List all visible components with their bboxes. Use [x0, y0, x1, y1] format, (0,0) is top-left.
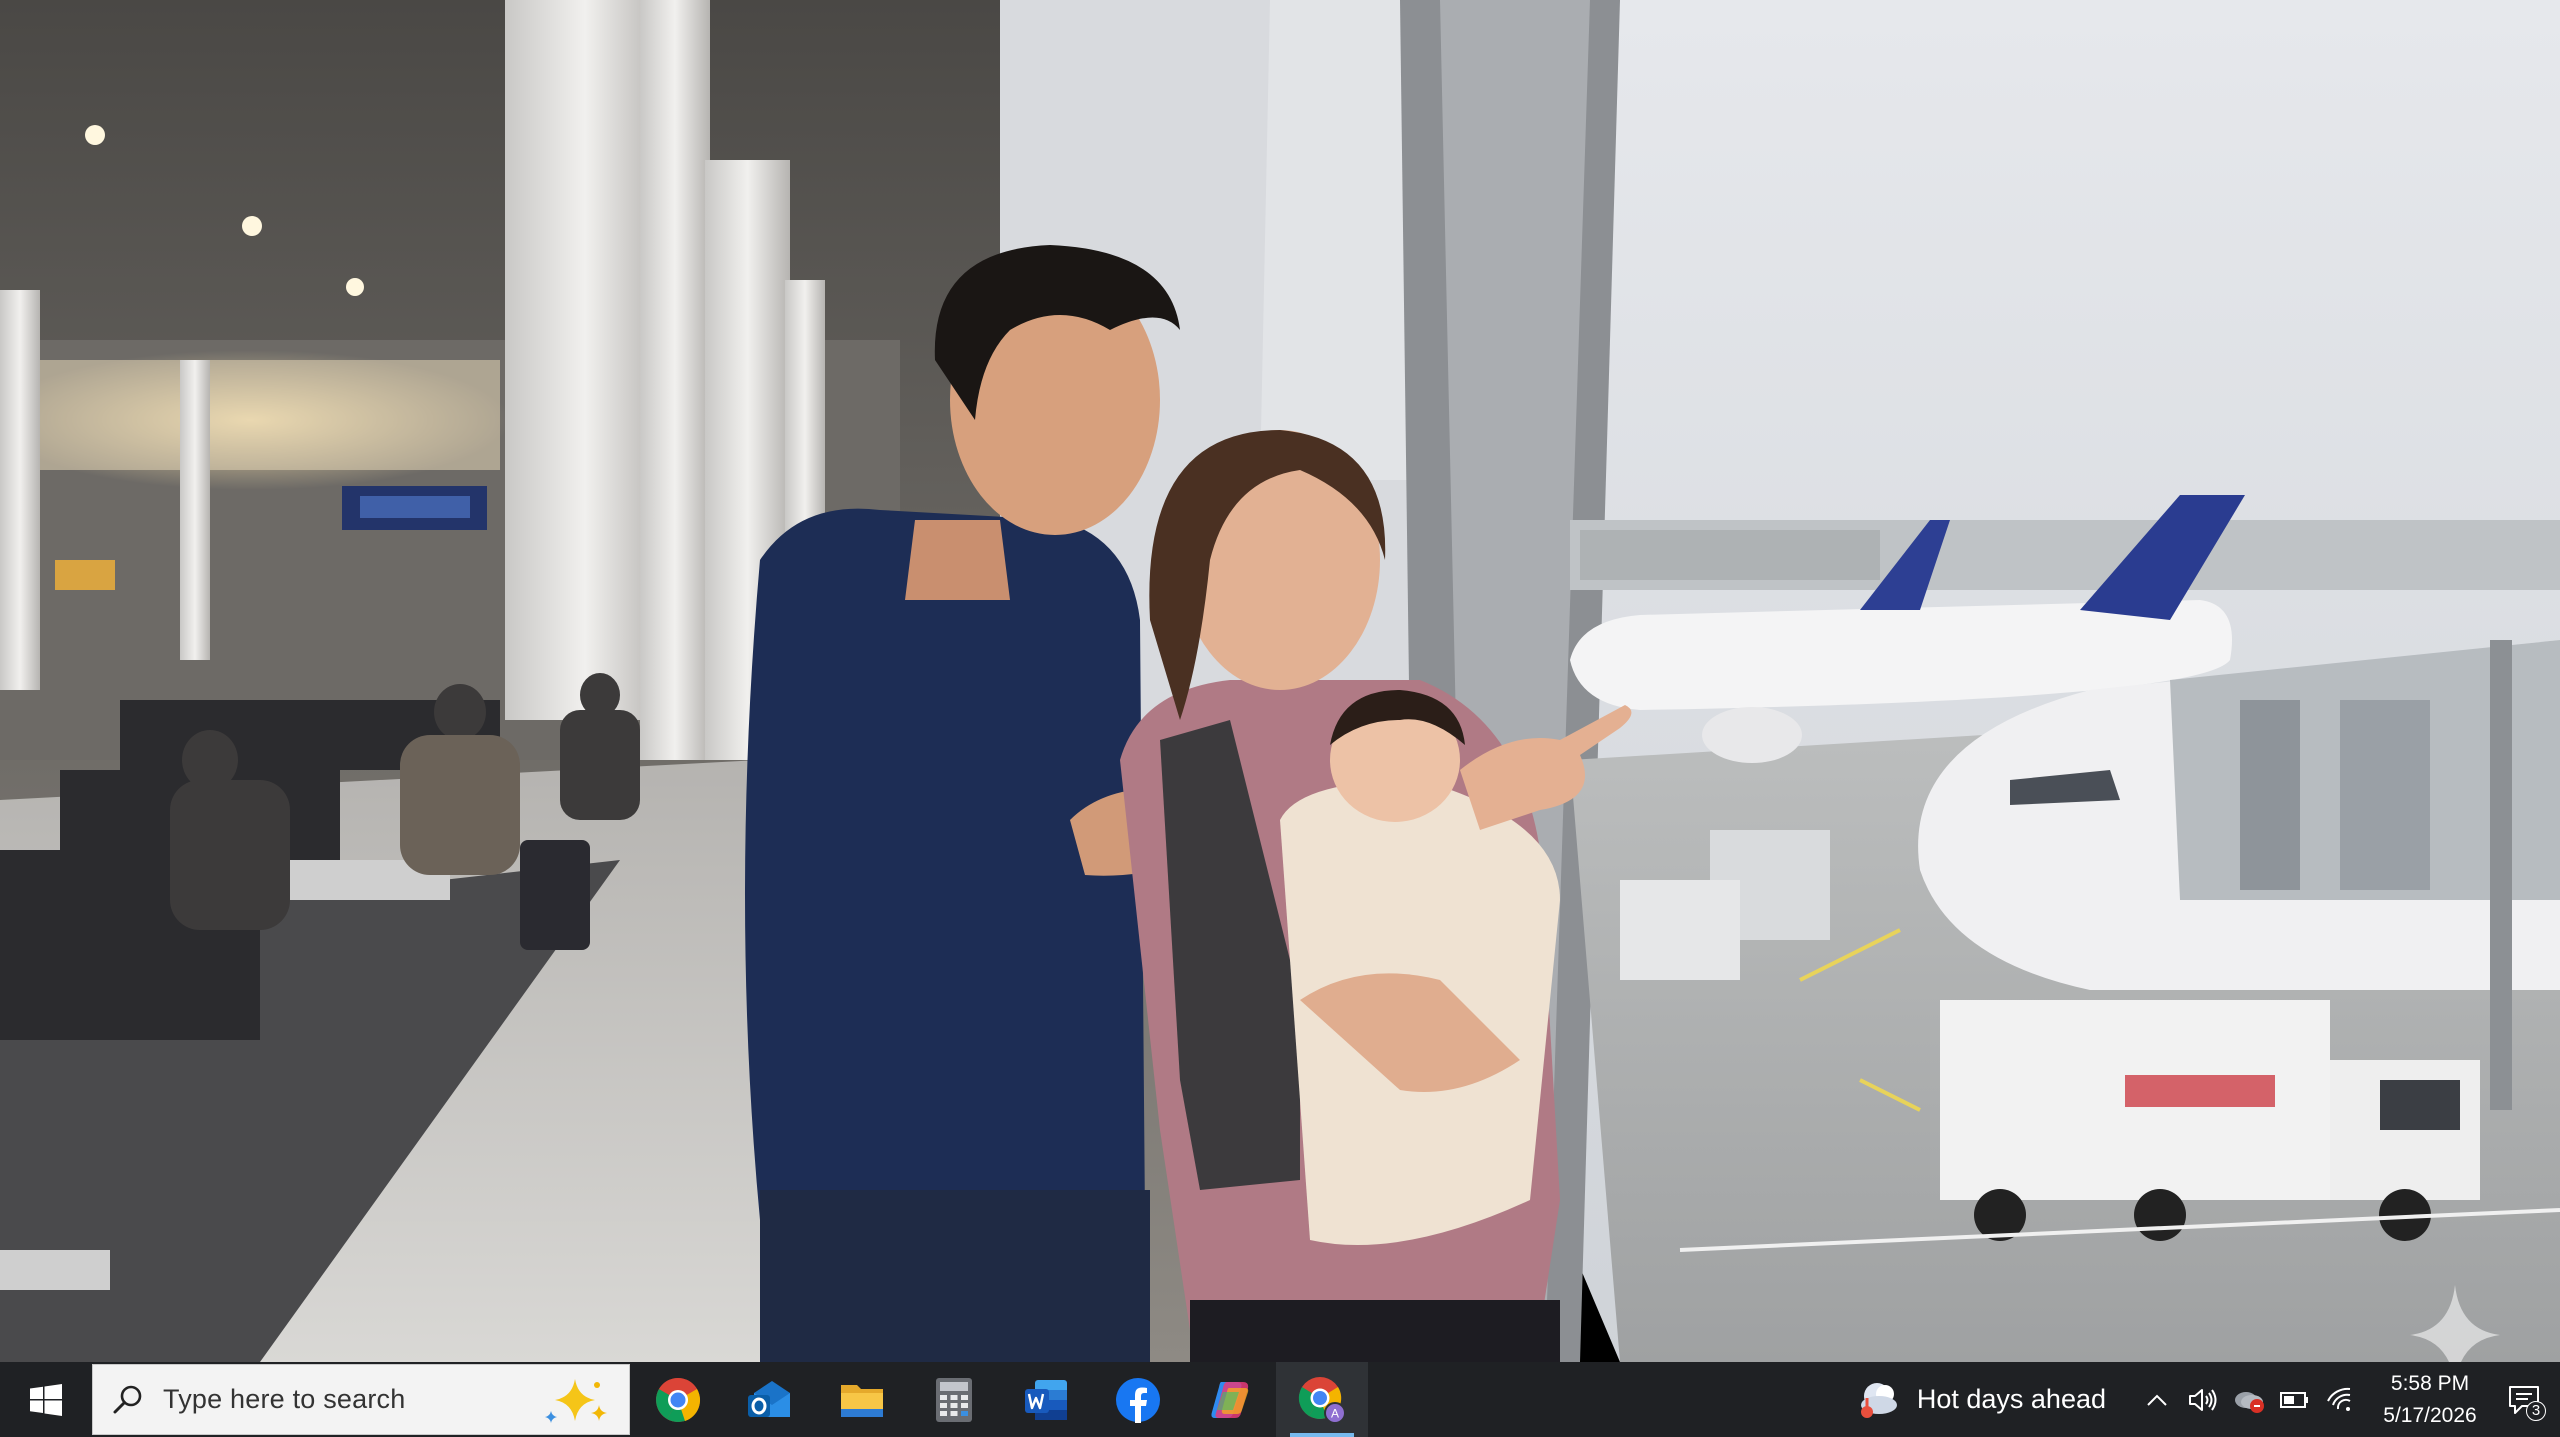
clock-date: 5/17/2026 — [2383, 1403, 2477, 1427]
taskbar-app-chrome-profile[interactable]: A — [1276, 1362, 1368, 1437]
search-icon — [113, 1385, 142, 1413]
svg-text:A: A — [1331, 1406, 1339, 1420]
onedrive-button[interactable] — [2226, 1362, 2272, 1437]
facebook-icon — [1116, 1377, 1160, 1423]
taskbar: Type here to search A Hot days ahead 5:5… — [0, 1362, 2560, 1437]
battery-button[interactable] — [2272, 1362, 2318, 1437]
outlook-icon — [748, 1380, 790, 1417]
system-tray: Hot days ahead 5:58 PM 5/17/2026 3 — [1857, 1362, 2560, 1437]
taskbar-app-calculator[interactable] — [908, 1362, 1000, 1437]
calculator-icon — [936, 1377, 972, 1422]
volume-icon — [2189, 1388, 2217, 1411]
chrome-profile-icon: A — [1298, 1376, 1346, 1424]
taskbar-app-file-explorer[interactable] — [816, 1362, 908, 1437]
show-hidden-icons-button[interactable] — [2134, 1362, 2180, 1437]
search-highlight-sparkle-icon — [545, 1379, 607, 1423]
chrome-icon — [656, 1377, 701, 1422]
windows-logo-icon — [30, 1383, 62, 1416]
chevron-up-icon — [2147, 1394, 2167, 1406]
clock[interactable]: 5:58 PM 5/17/2026 — [2370, 1368, 2490, 1432]
weather-text: Hot days ahead — [1916, 1384, 2106, 1414]
clock-time: 5:58 PM — [2390, 1371, 2470, 1395]
taskbar-app-word[interactable] — [1000, 1362, 1092, 1437]
notification-count-badge: 3 — [2526, 1401, 2546, 1421]
taskbar-app-facebook[interactable] — [1092, 1362, 1184, 1437]
onedrive-icon — [2235, 1391, 2264, 1413]
network-button[interactable] — [2318, 1362, 2364, 1437]
wallpaper-photo — [0, 0, 2560, 1362]
pinned-apps: A — [632, 1362, 1368, 1437]
taskbar-app-copilot[interactable] — [1184, 1362, 1276, 1437]
search-placeholder: Type here to search — [163, 1384, 406, 1414]
taskbar-app-chrome[interactable] — [632, 1362, 724, 1437]
taskbar-app-outlook[interactable] — [724, 1362, 816, 1437]
word-icon — [1025, 1379, 1067, 1420]
wifi-icon — [2327, 1387, 2351, 1411]
start-button[interactable] — [0, 1362, 92, 1437]
weather-widget[interactable]: Hot days ahead — [1857, 1362, 2134, 1437]
desktop[interactable] — [0, 0, 2560, 1362]
file-explorer-icon — [841, 1384, 883, 1417]
notification-center-button[interactable]: 3 — [2490, 1362, 2560, 1437]
weather-icon — [1860, 1382, 1897, 1418]
battery-icon — [2280, 1391, 2308, 1408]
copilot-icon — [1211, 1381, 1249, 1418]
search-box[interactable]: Type here to search — [92, 1364, 630, 1435]
volume-button[interactable] — [2180, 1362, 2226, 1437]
